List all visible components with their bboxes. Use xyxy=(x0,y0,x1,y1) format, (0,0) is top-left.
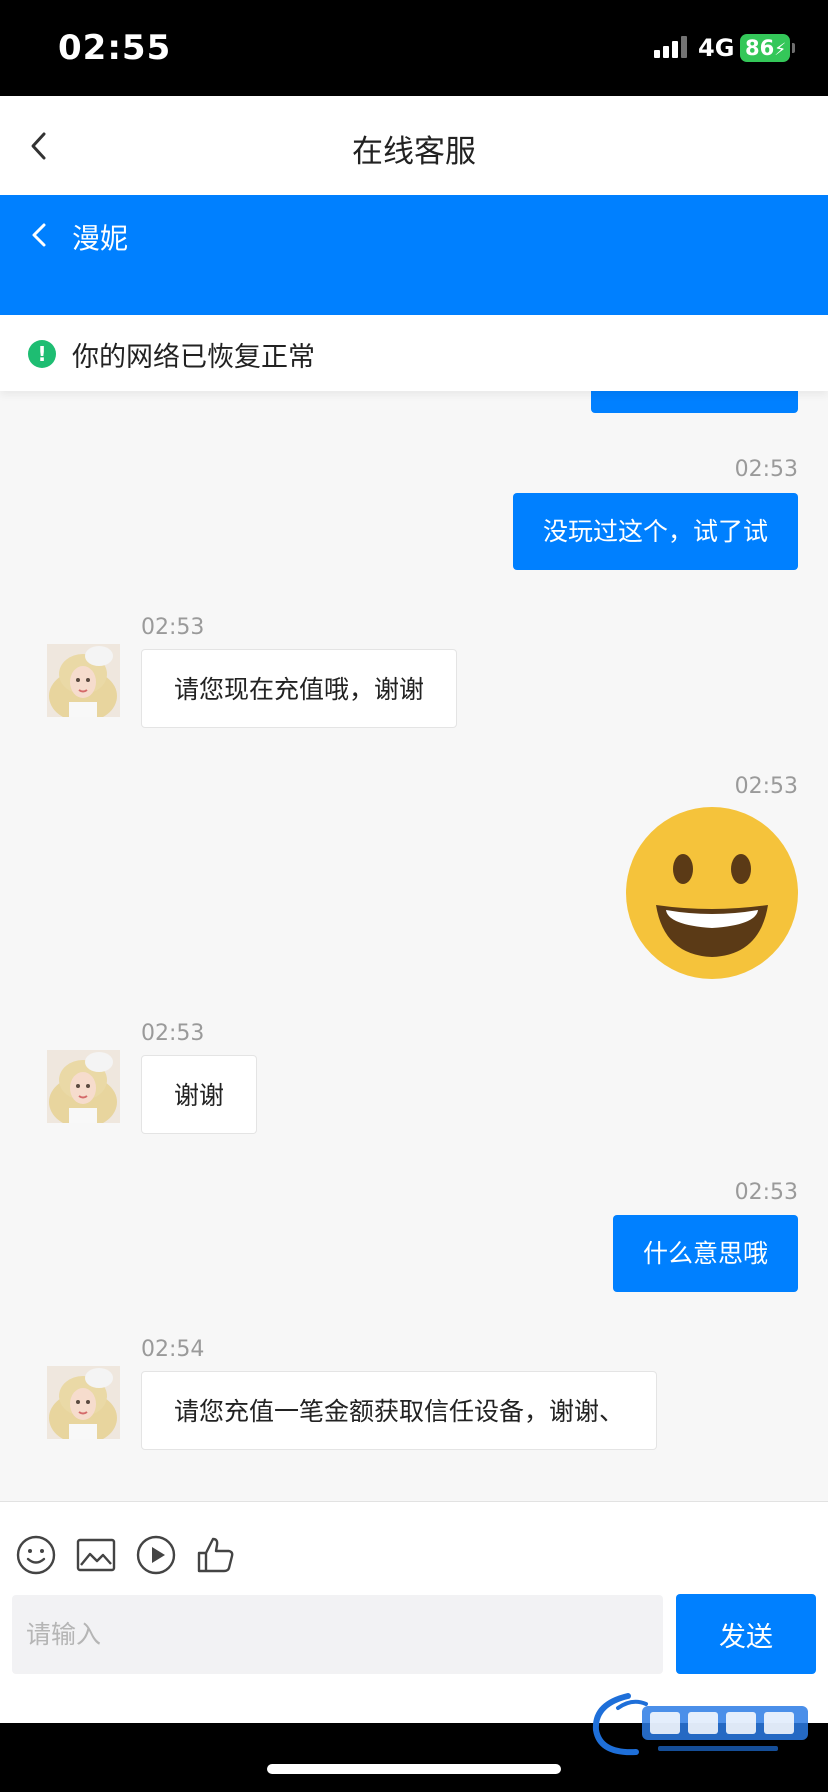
send-button[interactable]: 发送 xyxy=(676,1594,816,1674)
incoming-message[interactable]: 谢谢 xyxy=(141,1055,258,1134)
image-icon[interactable] xyxy=(75,1534,117,1576)
agent-avatar[interactable] xyxy=(47,1366,120,1439)
thumbs-up-icon[interactable] xyxy=(195,1534,237,1576)
message-time: 02:53 xyxy=(734,1180,798,1205)
agent-avatar[interactable] xyxy=(47,644,120,717)
network-type: 4G xyxy=(698,34,735,62)
agent-avatar[interactable] xyxy=(47,1050,120,1123)
smiley-icon[interactable] xyxy=(15,1534,57,1576)
play-icon[interactable] xyxy=(135,1534,177,1576)
home-indicator[interactable] xyxy=(267,1764,561,1774)
page-title: 在线客服 xyxy=(352,134,476,170)
incoming-message[interactable]: 请您现在充值哦，谢谢 xyxy=(141,649,458,728)
network-notice: ! 你的网络已恢复正常 xyxy=(0,315,828,391)
status-time: 02:55 xyxy=(58,28,172,68)
nav-bar: 在线客服 xyxy=(0,96,828,195)
chat-area[interactable]: 02:53 没玩过这个，试了试 02:53 请您现在充值哦，谢谢 02:53 0… xyxy=(0,391,828,1501)
grinning-face-emoji[interactable] xyxy=(626,807,798,979)
message-time: 02:54 xyxy=(141,1337,205,1362)
message-time: 02:53 xyxy=(734,457,798,482)
signal-icon xyxy=(654,36,688,58)
message-input[interactable] xyxy=(12,1595,663,1674)
notice-text: 你的网络已恢复正常 xyxy=(72,342,315,373)
previous-message-bubble xyxy=(591,391,798,413)
battery-icon: 86⚡ xyxy=(740,34,790,62)
status-bar: 02:55 4G 86⚡ xyxy=(0,0,828,96)
outgoing-message[interactable]: 没玩过这个，试了试 xyxy=(512,493,798,570)
chevron-left-icon[interactable] xyxy=(26,217,54,253)
incoming-message[interactable]: 请您充值一笔金额获取信任设备，谢谢、 xyxy=(141,1371,658,1450)
watermark-logo xyxy=(592,1693,808,1756)
exclamation-icon: ! xyxy=(28,340,56,368)
message-time: 02:53 xyxy=(734,774,798,799)
agent-name: 漫妮 xyxy=(72,222,129,255)
agent-header: 漫妮 xyxy=(0,195,828,315)
battery-level: 86 xyxy=(745,36,775,60)
message-time: 02:53 xyxy=(141,615,205,640)
battery-tip xyxy=(792,43,795,53)
message-time: 02:53 xyxy=(141,1021,205,1046)
outgoing-message[interactable]: 什么意思哦 xyxy=(612,1215,798,1292)
